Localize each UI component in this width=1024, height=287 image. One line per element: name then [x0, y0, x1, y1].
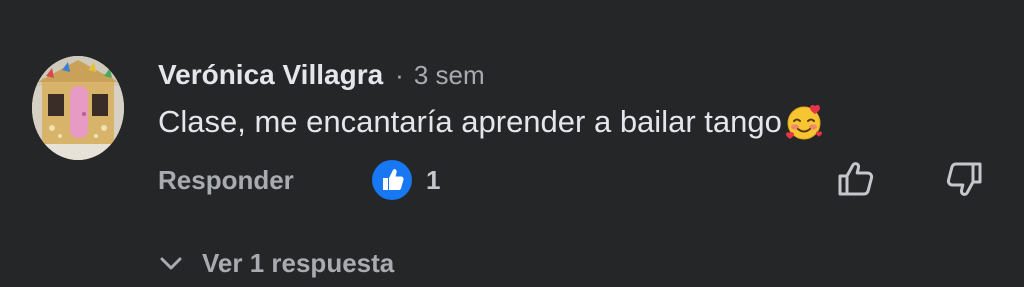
- like-count: 1: [426, 164, 441, 195]
- thumbs-up-icon: [838, 162, 874, 196]
- like-button[interactable]: [834, 156, 880, 202]
- comment-text: Clase, me encantaría aprender a bailar t…: [158, 104, 782, 139]
- chevron-down-icon: [158, 250, 184, 276]
- comment-timestamp[interactable]: 3 sem: [414, 60, 485, 91]
- author-name[interactable]: Verónica Villagra: [158, 59, 383, 91]
- thumbs-up-badge-icon: [372, 160, 412, 200]
- comment-actions: Responder: [158, 160, 294, 200]
- comment-header: Verónica Villagra · 3 sem: [158, 58, 485, 92]
- view-replies-label: Ver 1 respuesta: [202, 247, 395, 278]
- header-separator: ·: [395, 59, 404, 90]
- view-replies-button[interactable]: Ver 1 respuesta: [158, 244, 394, 282]
- author-avatar[interactable]: [32, 56, 124, 160]
- avatar-image: [32, 56, 124, 160]
- thumbs-down-icon: [946, 162, 982, 196]
- dislike-button[interactable]: [940, 156, 986, 202]
- reply-button[interactable]: Responder: [158, 165, 294, 196]
- like-summary[interactable]: 1: [372, 160, 440, 200]
- comment-body: Clase, me encantaría aprender a bailar t…: [158, 102, 824, 142]
- smiling-face-with-hearts-icon: [784, 102, 824, 142]
